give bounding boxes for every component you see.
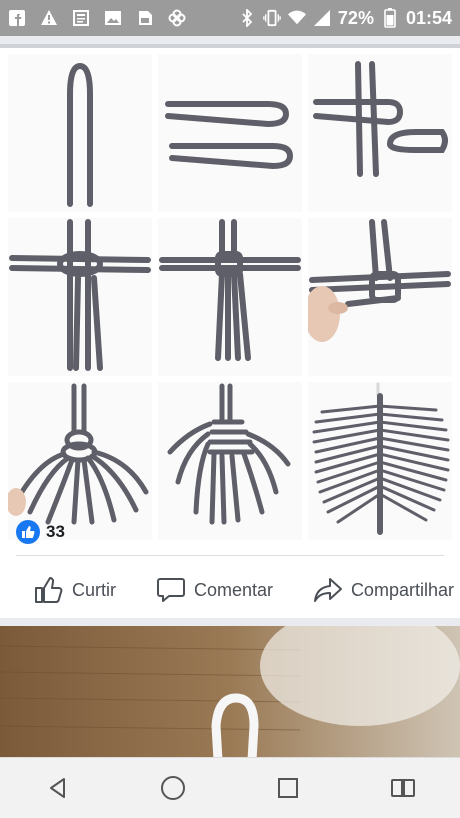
tutorial-step-9-image: [308, 382, 452, 540]
facebook-icon: [8, 9, 26, 27]
like-reaction-icon: [16, 520, 40, 544]
bluetooth-icon: [238, 9, 256, 27]
sim-icon: [136, 9, 154, 27]
feed-post: 33 Curtir Comentar Compartilhar: [0, 44, 460, 618]
tutorial-step-2-image: [158, 54, 302, 212]
comment-bubble-icon: [156, 576, 186, 604]
tutorial-step-3-image: [308, 54, 452, 212]
signal-icon: [313, 9, 331, 27]
battery-percent: 72%: [337, 7, 374, 28]
battery-icon: [381, 8, 399, 28]
comment-label: Comentar: [193, 579, 273, 600]
sim-switch-icon[interactable]: [383, 768, 423, 808]
system-status: 72% 01:54: [238, 8, 452, 29]
android-navigation-bar: [0, 757, 460, 818]
reaction-count: 33: [46, 522, 65, 541]
warning-icon: [40, 9, 58, 27]
vibrate-icon: [263, 9, 281, 27]
tutorial-step-5-image: [158, 218, 302, 376]
comment-button[interactable]: Comentar: [156, 576, 273, 604]
share-arrow-icon: [313, 576, 343, 604]
tutorial-step-1-image: [8, 54, 152, 212]
gallery-icon: [104, 9, 122, 27]
post-actions-bar: Curtir Comentar Compartilhar: [0, 568, 460, 612]
tutorial-step-8-image: [158, 382, 302, 540]
share-button[interactable]: Compartilhar: [313, 576, 454, 604]
share-label: Compartilhar: [350, 579, 454, 600]
next-post-image[interactable]: [0, 626, 460, 760]
tutorial-step-6-image: [308, 218, 452, 376]
home-icon[interactable]: [153, 768, 193, 808]
notification-icons: [8, 9, 186, 27]
post-image-tutorial-grid[interactable]: [8, 54, 452, 540]
status-bar: 72% 01:54: [0, 0, 460, 36]
back-icon[interactable]: [38, 768, 78, 808]
actions-divider: [16, 555, 444, 556]
tutorial-step-7-image: [8, 382, 152, 540]
recents-icon[interactable]: [268, 768, 308, 808]
pinwheel-icon: [168, 9, 186, 27]
tutorial-step-4-image: [8, 218, 152, 376]
reaction-summary[interactable]: 33: [16, 520, 65, 544]
thumbs-up-icon: [34, 576, 64, 604]
like-label: Curtir: [72, 579, 116, 600]
post-separator: [0, 44, 460, 48]
wifi-icon: [287, 9, 306, 27]
clock: 01:54: [405, 7, 452, 28]
like-button[interactable]: Curtir: [34, 576, 116, 604]
news-icon: [72, 9, 90, 27]
